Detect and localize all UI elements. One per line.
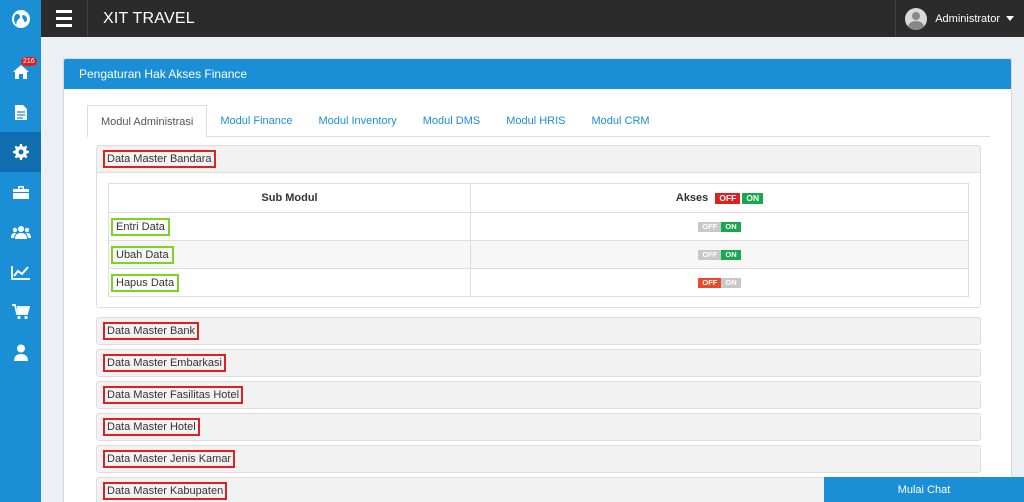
column-header-akses: Akses OFF ON bbox=[470, 183, 969, 213]
toggle-on: ON bbox=[721, 277, 741, 288]
tab-modul-inventory[interactable]: Modul Inventory bbox=[305, 105, 409, 137]
user-menu[interactable]: Administrator bbox=[895, 0, 1024, 37]
akses-label: Akses bbox=[675, 192, 709, 204]
hamburger-icon bbox=[56, 8, 72, 29]
toggle-all[interactable]: OFF ON bbox=[715, 192, 764, 204]
tab-modul-dms[interactable]: Modul DMS bbox=[410, 105, 493, 137]
menu-toggle-button[interactable] bbox=[41, 0, 88, 37]
toggle-off: OFF bbox=[698, 277, 722, 288]
users-icon bbox=[10, 225, 31, 239]
document-icon bbox=[14, 104, 27, 120]
gear-icon bbox=[12, 144, 29, 160]
section-data-master-fasilitas-hotel[interactable]: Data Master Fasilitas Hotel bbox=[96, 381, 981, 409]
section-title: Data Master Kabupaten bbox=[103, 482, 228, 500]
sidebar-item-home[interactable]: 216 bbox=[0, 52, 41, 92]
section-title: Data Master Embarkasi bbox=[103, 354, 226, 372]
sidebar-item-documents[interactable] bbox=[0, 92, 41, 132]
user-name: Administrator bbox=[935, 12, 1000, 25]
panel-title: Pengaturan Hak Akses Finance bbox=[64, 59, 1011, 89]
section-data-master-embarkasi[interactable]: Data Master Embarkasi bbox=[96, 349, 981, 377]
sidebar: 216 bbox=[0, 0, 41, 502]
avatar bbox=[905, 7, 928, 30]
chevron-down-icon bbox=[1006, 16, 1014, 21]
table-row: Ubah Data OFF ON bbox=[108, 240, 969, 269]
section-title: Data Master Hotel bbox=[103, 418, 200, 436]
toggle-off: OFF bbox=[698, 221, 722, 232]
module-tabs: Modul Administrasi Modul Finance Modul I… bbox=[87, 105, 990, 138]
tab-modul-crm[interactable]: Modul CRM bbox=[579, 105, 663, 137]
notification-badge: 216 bbox=[21, 57, 37, 66]
permissions-table: Sub Modul Akses OFF ON Entri Data OFF ON … bbox=[108, 183, 969, 297]
table-header-row: Sub Modul Akses OFF ON bbox=[108, 183, 969, 213]
section-header[interactable]: Data Master Bandara bbox=[97, 146, 980, 172]
tab-modul-finance[interactable]: Modul Finance bbox=[207, 105, 305, 137]
toggle-off: OFF bbox=[698, 249, 722, 260]
access-settings-panel: Pengaturan Hak Akses Finance Modul Admin… bbox=[63, 58, 1012, 502]
table-row: Entri Data OFF ON bbox=[108, 212, 969, 241]
access-toggle[interactable]: OFF ON bbox=[698, 249, 741, 260]
user-icon bbox=[13, 344, 28, 361]
app-title: XIT TRAVEL bbox=[103, 9, 195, 27]
section-body: Sub Modul Akses OFF ON Entri Data OFF ON … bbox=[97, 172, 980, 307]
toggle-on: ON bbox=[721, 249, 741, 260]
home-icon bbox=[12, 65, 29, 79]
section-title: Data Master Bank bbox=[103, 322, 200, 340]
section-data-master-hotel[interactable]: Data Master Hotel bbox=[96, 413, 981, 441]
tab-modul-hris[interactable]: Modul HRIS bbox=[493, 105, 578, 137]
section-title: Data Master Fasilitas Hotel bbox=[103, 386, 244, 404]
all-on-button[interactable]: ON bbox=[742, 192, 764, 204]
sidebar-item-users[interactable] bbox=[0, 212, 41, 252]
section-data-master-bandara: Data Master Bandara Sub Modul Akses OFF … bbox=[96, 145, 981, 308]
top-navbar: XIT TRAVEL Administrator bbox=[41, 0, 1024, 37]
sidebar-item-settings[interactable] bbox=[0, 132, 41, 172]
sidebar-item-profile[interactable] bbox=[0, 332, 41, 372]
section-data-master-jenis-kamar[interactable]: Data Master Jenis Kamar bbox=[96, 445, 981, 473]
row-label: Entri Data bbox=[111, 217, 170, 236]
table-row: Hapus Data OFF ON bbox=[108, 268, 969, 297]
all-off-button[interactable]: OFF bbox=[715, 192, 741, 204]
chart-line-icon bbox=[10, 265, 30, 280]
section-title: Data Master Bandara bbox=[103, 150, 216, 168]
briefcase-icon bbox=[12, 185, 29, 199]
sidebar-item-briefcase[interactable] bbox=[0, 172, 41, 212]
start-chat-button[interactable]: Mulai Chat bbox=[824, 477, 1024, 502]
section-title: Data Master Jenis Kamar bbox=[103, 450, 236, 468]
toggle-on: ON bbox=[721, 221, 741, 232]
sidebar-item-cart[interactable] bbox=[0, 292, 41, 332]
globe-logo-icon[interactable] bbox=[0, 0, 41, 37]
cart-icon bbox=[11, 304, 30, 320]
access-toggle[interactable]: OFF ON bbox=[698, 221, 741, 232]
access-toggle[interactable]: OFF ON bbox=[698, 277, 741, 288]
sidebar-item-reports[interactable] bbox=[0, 252, 41, 292]
row-label: Ubah Data bbox=[111, 245, 174, 264]
column-header-sub-modul: Sub Modul bbox=[108, 183, 471, 213]
tab-modul-administrasi[interactable]: Modul Administrasi bbox=[87, 105, 208, 138]
section-data-master-bank[interactable]: Data Master Bank bbox=[96, 317, 981, 345]
row-label: Hapus Data bbox=[111, 273, 180, 292]
